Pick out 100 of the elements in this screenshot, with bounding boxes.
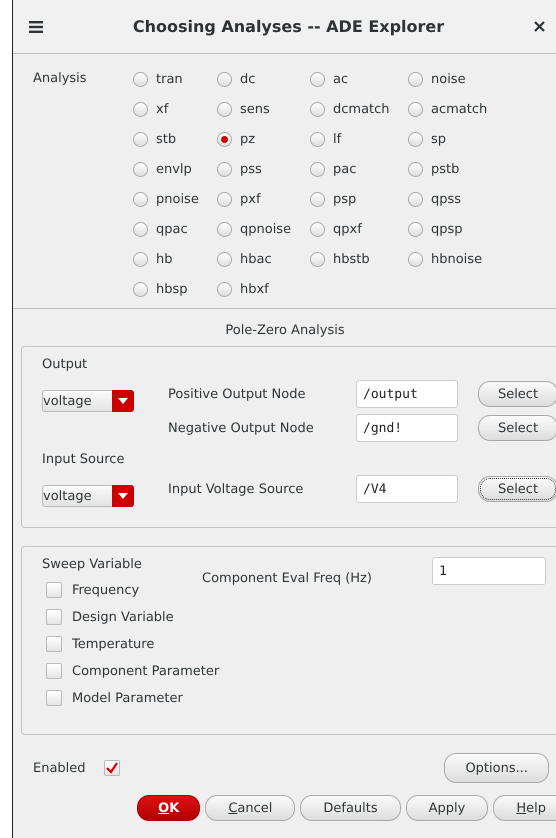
radio-button[interactable] (133, 72, 148, 86)
dialog-button[interactable]: Help (493, 795, 556, 821)
options-button[interactable]: Options... (444, 753, 549, 783)
checkbox-label[interactable]: Design Variable (72, 610, 174, 624)
radio-button[interactable] (217, 132, 232, 146)
select-button[interactable]: Select (478, 415, 556, 441)
radio-button[interactable] (133, 222, 148, 236)
group-label: Input Source (42, 452, 126, 467)
radio-button[interactable] (217, 282, 232, 296)
checkbox[interactable] (104, 760, 120, 776)
dropdown-arrow-icon (118, 398, 128, 404)
radio-button[interactable] (310, 222, 325, 236)
analysis-option[interactable]: qpnoise (240, 222, 292, 236)
checkbox[interactable] (46, 582, 62, 598)
analysis-option[interactable]: hbnoise (431, 252, 482, 266)
checkbox-label[interactable]: Model Parameter (72, 690, 183, 706)
type-dropdown[interactable]: voltage (42, 485, 134, 507)
checkbox[interactable] (46, 636, 62, 652)
analysis-option[interactable]: psp (333, 192, 356, 206)
analysis-option[interactable]: pnoise (156, 192, 199, 206)
analysis-option[interactable]: pxf (240, 192, 261, 206)
eval-freq-field[interactable]: 1 (432, 557, 546, 585)
enabled-label: Enabled (33, 760, 86, 776)
radio-button[interactable] (217, 222, 232, 236)
radio-button[interactable] (310, 102, 325, 116)
window-title: Choosing Analyses -- ADE Explorer (132, 17, 446, 36)
analysis-option[interactable]: envlp (156, 162, 192, 176)
analysis-option[interactable]: qpac (156, 222, 188, 236)
type-dropdown[interactable]: voltage (42, 390, 134, 412)
analysis-option[interactable]: qpxf (333, 222, 362, 236)
group-label: Output (42, 357, 88, 372)
radio-button[interactable] (408, 252, 423, 266)
analysis-option[interactable]: pss (240, 162, 262, 176)
select-button[interactable]: Select (478, 476, 556, 502)
analysis-option[interactable]: pac (333, 162, 356, 176)
radio-button[interactable] (133, 132, 148, 146)
sweep-label: Sweep Variable (42, 557, 143, 572)
analysis-option[interactable]: xf (156, 102, 168, 116)
analysis-option[interactable]: pstb (431, 162, 460, 176)
analysis-option[interactable]: hbxf (240, 282, 269, 296)
select-button[interactable]: Select (478, 381, 556, 407)
radio-button[interactable] (408, 222, 423, 236)
analysis-option[interactable]: dc (240, 72, 256, 86)
checkbox-label[interactable]: Frequency (72, 582, 140, 598)
analysis-option[interactable]: sp (431, 132, 446, 146)
radio-button[interactable] (217, 162, 232, 176)
radio-button[interactable] (133, 252, 148, 266)
analysis-option[interactable]: noise (431, 72, 466, 86)
radio-button[interactable] (408, 132, 423, 146)
radio-button[interactable] (408, 102, 423, 116)
analysis-option[interactable]: hb (156, 252, 172, 266)
checkbox-label[interactable]: Component Parameter (72, 664, 220, 678)
dialog-button[interactable]: Cancel (205, 795, 296, 821)
close-icon[interactable] (534, 21, 545, 32)
analysis-option[interactable]: stb (156, 132, 176, 146)
radio-button[interactable] (217, 192, 232, 206)
checkbox[interactable] (46, 663, 62, 679)
eval-freq-label: Component Eval Freq (Hz) (202, 570, 373, 586)
radio-button[interactable] (310, 162, 325, 176)
analysis-option[interactable]: qpsp (431, 222, 463, 236)
checkmark-icon (106, 762, 118, 774)
node-field[interactable]: /output (356, 380, 458, 408)
dialog-button[interactable]: Apply (406, 795, 488, 821)
radio-button[interactable] (408, 162, 423, 176)
radio-button[interactable] (133, 192, 148, 206)
analysis-option[interactable]: sens (240, 102, 270, 116)
analysis-option[interactable]: lf (333, 132, 342, 146)
analysis-option[interactable]: hbsp (156, 282, 188, 296)
analysis-option[interactable]: hbac (240, 252, 272, 266)
radio-button[interactable] (217, 102, 232, 116)
radio-button[interactable] (310, 72, 325, 86)
dialog-button[interactable]: OK (137, 795, 200, 821)
radio-button[interactable] (408, 192, 423, 206)
radio-button[interactable] (310, 252, 325, 266)
checkbox[interactable] (46, 690, 62, 706)
analysis-option[interactable]: ac (333, 72, 348, 86)
analysis-option[interactable]: tran (156, 72, 183, 86)
checkbox-label[interactable]: Temperature (72, 636, 154, 652)
menu-icon[interactable] (29, 20, 43, 32)
node-label: Input Voltage Source (168, 482, 304, 496)
analysis-option[interactable]: dcmatch (333, 102, 390, 116)
analysis-option[interactable]: qpss (431, 192, 462, 206)
radio-button[interactable] (408, 72, 423, 86)
dropdown-arrow-icon (118, 493, 128, 499)
analysis-label: Analysis (33, 70, 88, 88)
analysis-option[interactable]: acmatch (431, 102, 488, 116)
analysis-option[interactable]: hbstb (333, 252, 370, 266)
dialog-button[interactable]: Defaults (300, 795, 401, 821)
radio-button[interactable] (310, 192, 325, 206)
radio-button[interactable] (133, 102, 148, 116)
radio-button[interactable] (310, 132, 325, 146)
radio-button[interactable] (217, 252, 232, 266)
node-field[interactable]: /V4 (356, 475, 458, 503)
radio-button[interactable] (133, 162, 148, 176)
checkbox[interactable] (46, 609, 62, 625)
radio-button[interactable] (217, 72, 232, 86)
section-title: Pole-Zero Analysis (224, 322, 346, 340)
analysis-option[interactable]: pz (240, 132, 256, 146)
node-field[interactable]: /gnd! (356, 414, 458, 442)
radio-button[interactable] (133, 282, 148, 296)
